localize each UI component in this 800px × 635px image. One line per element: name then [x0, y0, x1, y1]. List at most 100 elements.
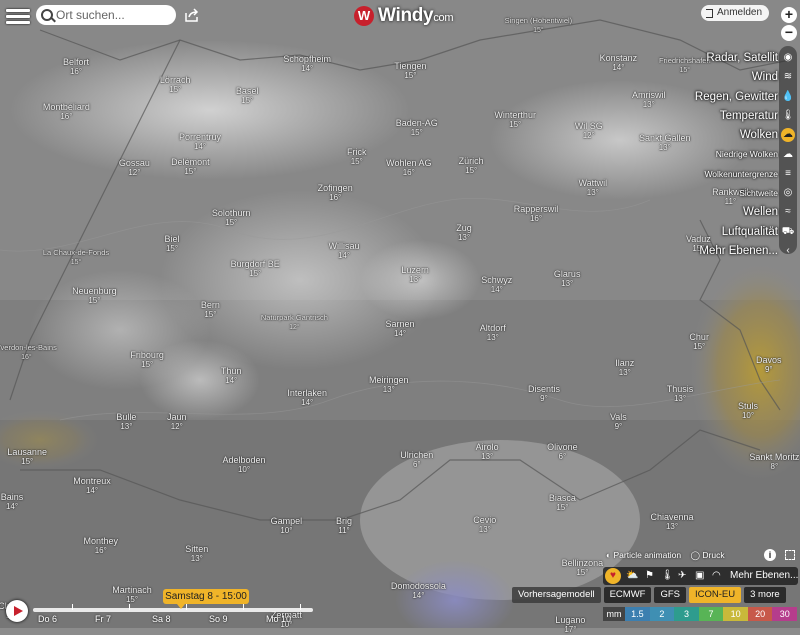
city-label[interactable]: Glarus 13°	[554, 269, 581, 289]
city-label[interactable]: Gossau 12°	[119, 158, 150, 178]
city-label[interactable]: Sankt Gallen 13°	[639, 133, 691, 153]
city-label[interactable]: Monthey 16°	[84, 536, 119, 556]
layer-thermometer[interactable]: Temperatur	[695, 107, 778, 126]
layer-cloud[interactable]: Wolken	[695, 126, 778, 145]
city-label[interactable]: Lörrach 15°	[160, 75, 191, 95]
city-label[interactable]: Rapperswil 16°	[514, 204, 559, 224]
layer-car[interactable]: Luftqualität	[695, 223, 778, 242]
city-label[interactable]: Zug 13°	[456, 223, 472, 243]
car-icon[interactable]: ⛟	[781, 225, 795, 239]
layer-waves[interactable]: Wellen	[695, 203, 778, 222]
city-label[interactable]: Chiavenna 13°	[650, 512, 693, 532]
city-label[interactable]: Stuls 10°	[738, 401, 758, 421]
zoom-out-button[interactable]: −	[781, 25, 797, 41]
layer-radar[interactable]: Radar, Satellit	[695, 49, 778, 68]
city-label[interactable]: Burgdorf BE 15°	[231, 259, 280, 279]
city-label[interactable]: Disentis 9°	[528, 384, 560, 404]
signal-icon[interactable]: ◠	[712, 570, 721, 581]
city-label[interactable]: Davos 9°	[756, 355, 782, 375]
city-label[interactable]: Delémont 15°	[171, 157, 210, 177]
city-label[interactable]: Jaun 12°	[167, 412, 187, 432]
city-label[interactable]: Winterthur 15°	[494, 110, 536, 130]
city-label[interactable]: Montbéliard 16°	[43, 102, 90, 122]
city-label[interactable]: Naturpark Gantrisch 12°	[261, 313, 328, 333]
layer-rain-drop[interactable]: Regen, Gewitter	[695, 88, 778, 107]
eye-icon[interactable]: ◎	[781, 186, 795, 200]
fullscreen-icon[interactable]	[785, 550, 795, 560]
city-label[interactable]: Martinach 15°	[112, 585, 152, 605]
city-label[interactable]: Bellinzona 15°	[562, 558, 604, 578]
timeline-day[interactable]: So 9	[209, 614, 228, 624]
city-label[interactable]: Basel 15°	[236, 86, 259, 106]
plane-icon[interactable]: ✈	[678, 570, 686, 581]
timeline-day[interactable]: Fr 7	[95, 614, 111, 624]
city-label[interactable]: Sitten 13°	[185, 544, 208, 564]
city-label[interactable]: Willisau 14°	[328, 241, 359, 261]
city-label[interactable]: Luzern 13°	[401, 265, 429, 285]
timeline-day[interactable]: Do 6	[38, 614, 57, 624]
layer-chevron-left[interactable]: Mehr Ebenen...	[695, 242, 778, 261]
city-label[interactable]: Baden-AG 15°	[396, 118, 438, 138]
city-label[interactable]: Brig 11°	[336, 516, 352, 536]
menu-icon[interactable]	[6, 6, 30, 26]
rain-drop-icon[interactable]: 💧	[781, 90, 795, 104]
city-label[interactable]: Zofingen 16°	[318, 183, 353, 203]
layer-wind[interactable]: Wind	[695, 68, 778, 87]
city-label[interactable]: La Chaux-de-Fonds 15°	[43, 248, 109, 268]
webcam-icon[interactable]: ▣	[695, 570, 704, 581]
timeline-day[interactable]: Mo 10	[266, 614, 291, 624]
info-icon[interactable]: i	[764, 549, 776, 561]
city-label[interactable]: Domodossola 14°	[391, 581, 446, 601]
city-label[interactable]: Tiengen 15°	[394, 61, 426, 81]
radar-icon[interactable]: ◉	[781, 51, 795, 65]
city-label[interactable]: Cevio 13°	[473, 515, 496, 535]
city-label[interactable]: Sarnen 14°	[385, 319, 414, 339]
city-label[interactable]: Schwyz 14°	[481, 275, 512, 295]
city-label[interactable]: Fribourg 15°	[130, 350, 164, 370]
chevron-left-icon[interactable]: ‹	[781, 244, 795, 258]
windy-logo[interactable]: W Windycom	[354, 5, 454, 27]
city-label[interactable]: Yverdon-les-Bains 16°	[0, 343, 57, 363]
thermometer-small-icon[interactable]: 🌡	[661, 570, 674, 581]
more-models-button[interactable]: 3 more	[744, 587, 786, 603]
zoom-in-button[interactable]: +	[781, 7, 797, 23]
city-label[interactable]: Chur 15°	[689, 332, 709, 352]
city-label[interactable]: Airolo 13°	[476, 442, 499, 462]
low-cloud-icon[interactable]: ☁	[781, 148, 795, 162]
city-label[interactable]: Zürich 15°	[459, 156, 484, 176]
city-label[interactable]: Schopfheim 14°	[283, 54, 331, 74]
flag-icon[interactable]: ⚑	[645, 570, 654, 581]
particles-toggle[interactable]: ◐ Particle animation	[606, 550, 681, 560]
layer-eye[interactable]: Sichtweite	[695, 184, 778, 203]
city-label[interactable]: Olivone 6°	[547, 442, 578, 462]
city-label[interactable]: Altdorf 13°	[480, 323, 506, 343]
city-label[interactable]: Solothurn 15°	[212, 208, 251, 228]
city-label[interactable]: Neuenburg 15°	[72, 286, 117, 306]
city-label[interactable]: Ilanz 13°	[615, 358, 634, 378]
city-label[interactable]: Ulrichen 6°	[400, 450, 433, 470]
thermometer-icon[interactable]: 🌡	[781, 109, 795, 123]
city-label[interactable]: Montreux 14°	[73, 476, 111, 496]
model-ecmwf[interactable]: ECMWF	[603, 587, 652, 603]
search-input[interactable]: Ort suchen...	[36, 5, 176, 25]
cloud-base-icon[interactable]: ≡	[781, 167, 795, 181]
timeline-day[interactable]: Sa 8	[152, 614, 171, 624]
city-label[interactable]: Konstanz 14°	[600, 53, 638, 73]
city-label[interactable]: Thusis 13°	[667, 384, 694, 404]
login-button[interactable]: Anmelden	[701, 5, 769, 21]
city-label[interactable]: Amriswil 13°	[632, 90, 666, 110]
city-label[interactable]: Biasca 15°	[549, 493, 576, 513]
heart-icon[interactable]: ♥	[605, 568, 621, 584]
city-label[interactable]: Vals 9°	[610, 412, 627, 432]
timeline-current-time[interactable]: Samstag 8 - 15:00	[163, 589, 249, 609]
city-label[interactable]: Interlaken 14°	[287, 388, 327, 408]
pressure-toggle[interactable]: ◯ Druck	[691, 550, 725, 560]
timeline-bar[interactable]	[33, 608, 313, 612]
city-label[interactable]: Biel 15°	[164, 234, 179, 254]
city-label[interactable]: Bern 15°	[201, 300, 220, 320]
city-label[interactable]: Lugano 17°	[555, 615, 585, 635]
share-icon[interactable]	[184, 7, 200, 23]
city-label[interactable]: Wohlen AG 16°	[386, 158, 431, 178]
city-label[interactable]: Lausanne 15°	[7, 447, 47, 467]
city-label[interactable]: Belfort 16°	[63, 57, 89, 77]
